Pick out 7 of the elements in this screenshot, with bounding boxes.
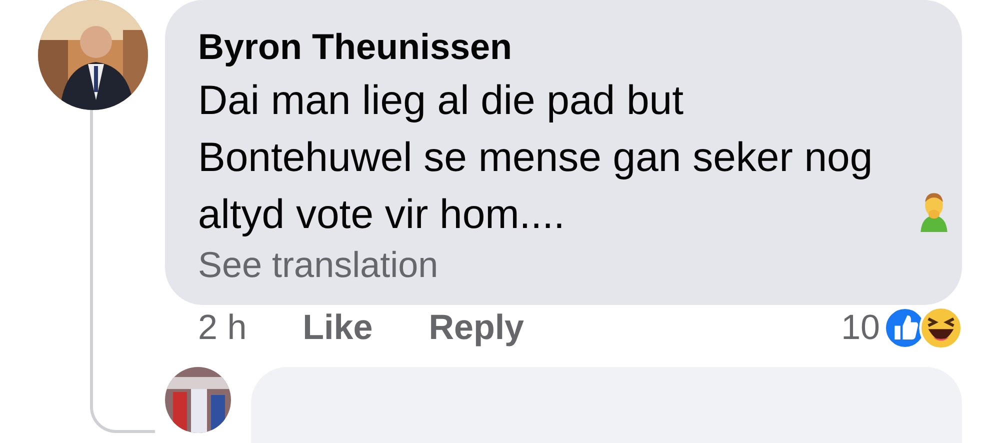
reply-link[interactable]: Reply xyxy=(428,308,524,348)
like-link[interactable]: Like xyxy=(302,308,373,348)
author-name[interactable]: Byron Theunissen xyxy=(198,24,929,70)
comment-text: Dai man lieg al die pad but Bontehuwel se mense gan seker nog altyd vote vir hom.... xyxy=(198,76,874,239)
timestamp: 2 h xyxy=(198,308,247,348)
reaction-count: 10 xyxy=(841,308,880,348)
see-translation-link[interactable]: See translation xyxy=(198,243,929,287)
